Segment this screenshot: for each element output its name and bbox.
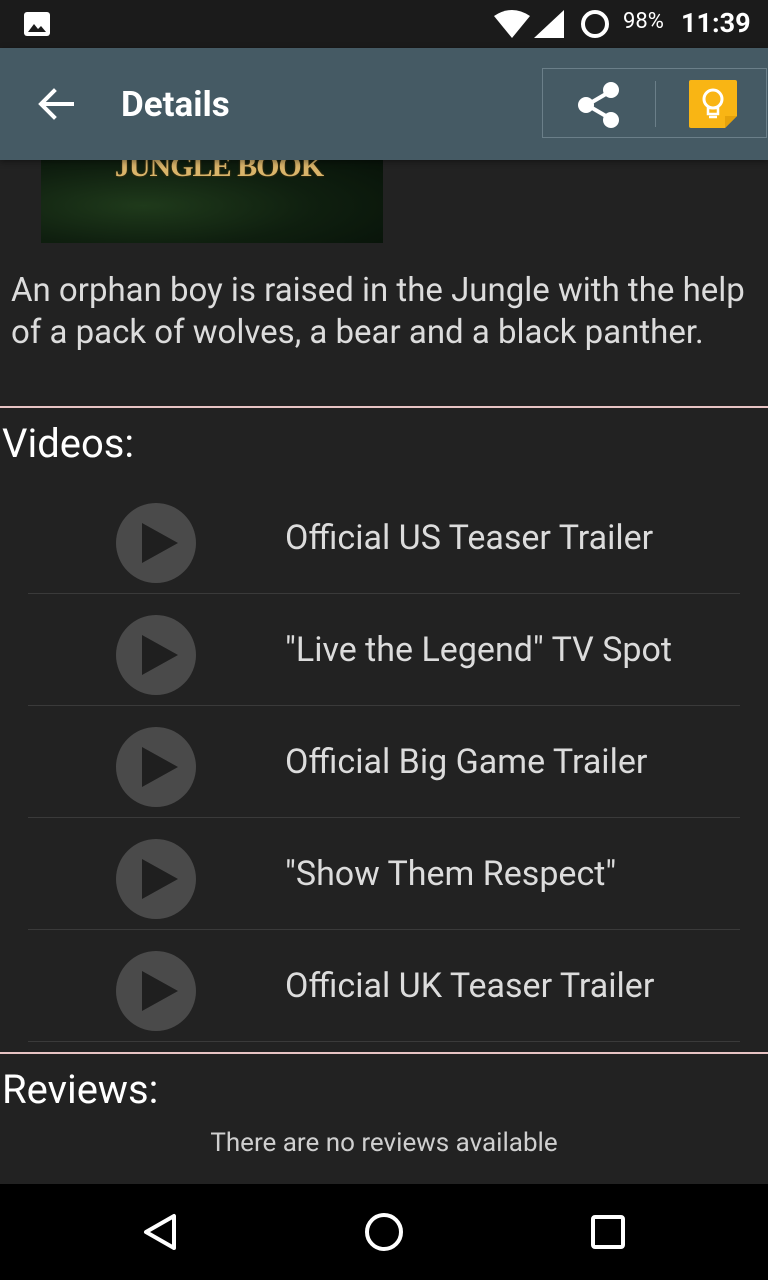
action-group [542, 68, 767, 138]
video-title: "Show Them Respect" [285, 854, 617, 894]
battery-ring-icon [581, 10, 609, 38]
signal-icon [534, 10, 564, 38]
video-item[interactable]: Official Big Game Trailer [0, 706, 768, 818]
clock: 11:39 [681, 7, 751, 39]
movie-poster: JUNGLE BOOK [41, 150, 383, 243]
video-title: "Live the Legend" TV Spot [285, 630, 672, 670]
play-icon[interactable] [116, 503, 196, 583]
video-title: Official Big Game Trailer [285, 742, 648, 782]
battery-percentage: 98% [623, 9, 664, 34]
video-item[interactable]: "Live the Legend" TV Spot [0, 594, 768, 706]
row-divider [28, 1041, 740, 1042]
video-title: Official UK Teaser Trailer [285, 966, 655, 1006]
play-icon[interactable] [116, 615, 196, 695]
videos-list: Official US Teaser Trailer "Live the Leg… [0, 482, 768, 1042]
video-item[interactable]: Official UK Teaser Trailer [0, 930, 768, 1042]
videos-heading: Videos: [2, 420, 135, 467]
status-bar: 98% 11:39 [0, 0, 768, 48]
nav-back-icon[interactable] [140, 1212, 180, 1252]
nav-home-icon[interactable] [364, 1212, 404, 1252]
reviews-empty-text: There are no reviews available [210, 1128, 558, 1158]
app-bar: Details [0, 48, 768, 160]
action-divider [655, 81, 656, 127]
nav-recents-icon[interactable] [588, 1212, 628, 1252]
image-icon [24, 12, 50, 36]
movie-overview: An orphan boy is raised in the Jungle wi… [11, 271, 745, 352]
back-arrow-icon[interactable] [36, 86, 76, 122]
play-icon[interactable] [116, 951, 196, 1031]
wifi-icon [494, 10, 530, 38]
play-icon[interactable] [116, 839, 196, 919]
play-icon[interactable] [116, 727, 196, 807]
lightbulb-icon[interactable] [687, 78, 739, 130]
video-item[interactable]: "Show Them Respect" [0, 818, 768, 930]
system-nav-bar [0, 1184, 768, 1280]
video-title: Official US Teaser Trailer [285, 518, 654, 558]
section-divider [0, 406, 768, 408]
video-item[interactable]: Official US Teaser Trailer [0, 482, 768, 594]
reviews-heading: Reviews: [2, 1066, 159, 1113]
page-title: Details [121, 84, 230, 125]
share-icon[interactable] [573, 79, 625, 131]
section-divider [0, 1052, 768, 1054]
